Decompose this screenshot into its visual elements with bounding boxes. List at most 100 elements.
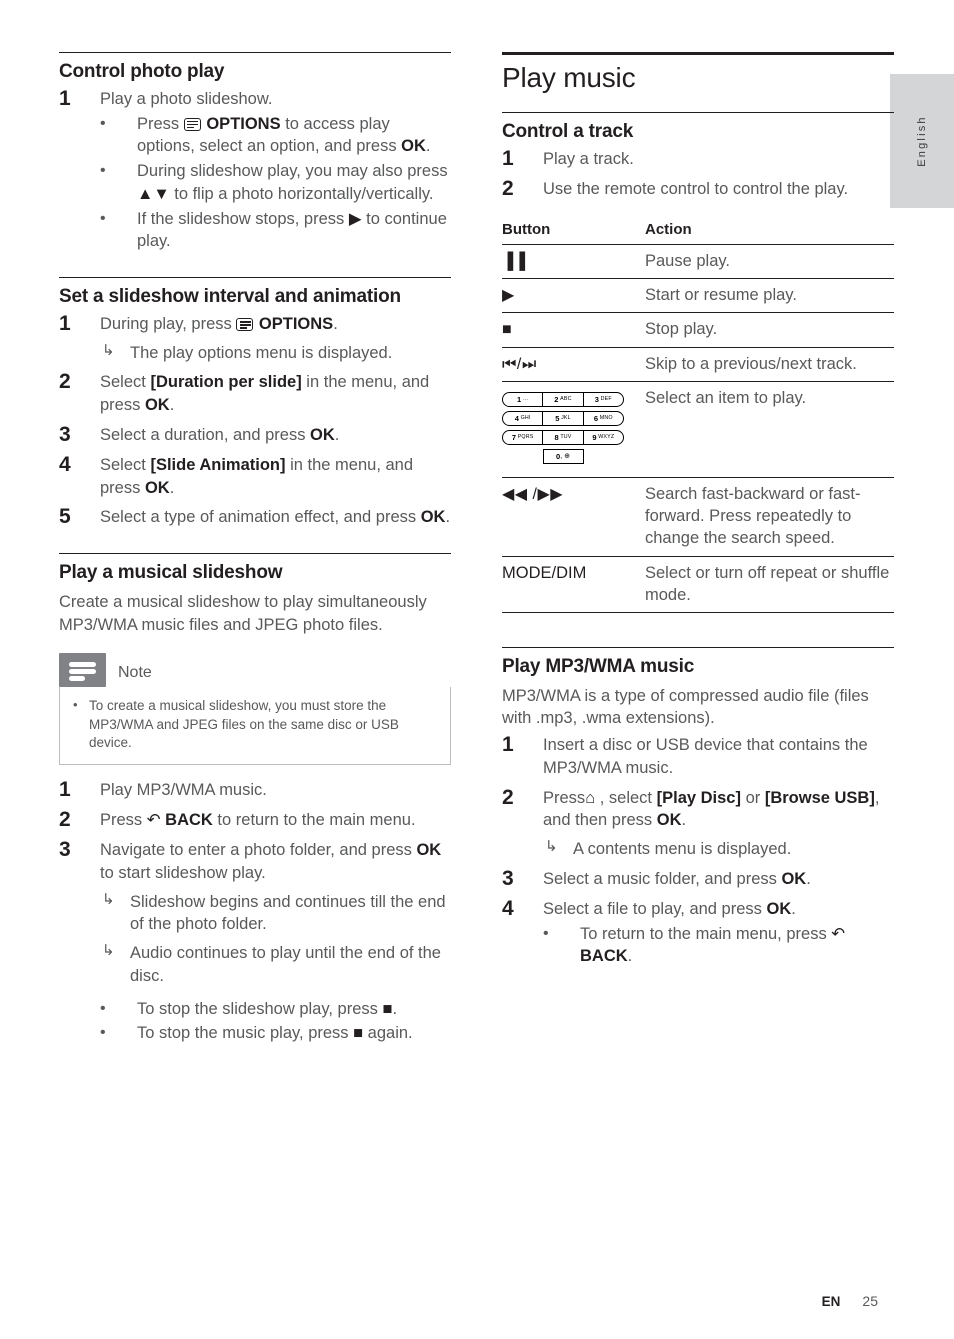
steps-set-slideshow-interval: 1 During play, press OPTIONS. ↳ The play… <box>59 312 451 529</box>
note-item-text: To create a musical slideshow, you must … <box>89 698 399 751</box>
step-bullets: • Press OPTIONS to access play options, … <box>100 113 451 254</box>
button-cell: ⏮/⏭ <box>502 347 645 383</box>
options-label: OPTIONS <box>201 114 281 133</box>
section-set-slideshow-interval: Set a slideshow interval and animation 1… <box>59 277 451 529</box>
button-cell: ◀◀ /▶▶ <box>502 477 645 557</box>
step-bullets: • To stop the slideshow play, press ■. •… <box>100 998 451 1046</box>
section-divider <box>59 553 451 555</box>
heading-play-mp3-wma: Play MP3/WMA music <box>502 655 695 677</box>
ok-label: OK <box>144 396 170 415</box>
bullet-dot: • <box>100 1024 106 1042</box>
step-number: 3 <box>59 838 71 862</box>
step-results: ↳ The play options menu is displayed. <box>100 342 451 365</box>
back-icon: ↶ <box>831 924 846 943</box>
step-text-post: . <box>334 426 340 445</box>
step-text: Play a track. <box>543 149 634 168</box>
step-number: 1 <box>59 86 71 110</box>
options-label: OPTIONS <box>254 314 334 333</box>
keypad-key: 7 PQRS <box>503 431 544 445</box>
step-item: 3 Select a duration, and press OK. <box>59 423 451 447</box>
result-item: ↳ A contents menu is displayed. <box>543 838 894 861</box>
play-icon: ▶ <box>502 286 515 304</box>
step-text-pre: Navigate to enter a photo folder, and pr… <box>100 841 417 860</box>
step-number: 2 <box>502 785 514 809</box>
intro-paragraph: MP3/WMA is a type of compressed audio fi… <box>502 686 869 728</box>
step-text-post: . <box>169 478 175 497</box>
bullet-dot: • <box>73 697 78 713</box>
section-divider <box>502 112 894 114</box>
result-text: A contents menu is displayed. <box>573 840 792 859</box>
step-text-pre: Select <box>100 455 151 474</box>
ok-label: OK <box>144 478 170 497</box>
ok-label: OK <box>781 869 807 888</box>
keypad-row: 1… 2 ABC 3 DEF <box>502 392 624 408</box>
step-item: 2 Select [Duration per slide] in the men… <box>59 370 451 417</box>
keypad-key: 5 JKL <box>543 412 584 426</box>
table-row: ▐▐ Pause play. <box>502 244 894 279</box>
table-row: ◀◀ /▶▶ Search fast-backward or fast-forw… <box>502 477 894 557</box>
table-row: 1… 2ABC 3DEF 4GHI 5JKL 6MNO 7PQRS <box>502 381 894 479</box>
home-icon: ⌂ <box>585 788 596 807</box>
step-text-post: . <box>791 899 796 918</box>
note-icon <box>59 653 106 688</box>
back-label: BACK <box>160 811 213 830</box>
bullet-text-post: . <box>425 137 431 156</box>
play-icon: ▶ <box>348 209 362 228</box>
step-item: 2 Press ↶ BACK to return to the main men… <box>59 808 451 832</box>
step-bullets: • To return to the main menu, press ↶ BA… <box>543 923 894 969</box>
page-number: 25 <box>862 1293 878 1309</box>
section-divider <box>502 646 894 648</box>
menu-option-play-disc: [Play Disc] <box>656 788 741 807</box>
language-tab-label: English <box>916 115 928 167</box>
step-item: 3 Select a music folder, and press OK. <box>502 867 894 891</box>
step-item: 3 Navigate to enter a photo folder, and … <box>59 838 451 1046</box>
ok-label: OK <box>420 508 446 527</box>
action-cell: Start or resume play. <box>645 278 894 314</box>
step-text: Play a photo slideshow. <box>100 89 273 108</box>
step-text-pre: Select a file to play, and press <box>543 899 767 918</box>
ok-label: OK <box>766 899 792 918</box>
result-text: The play options menu is displayed. <box>130 343 393 362</box>
note-item: • To create a musical slideshow, you mus… <box>72 697 438 752</box>
section-divider <box>59 277 451 279</box>
result-item: ↳ Audio continues to play until the end … <box>100 942 451 988</box>
ok-label: OK <box>416 841 442 860</box>
page-footer: EN 25 <box>0 1293 954 1309</box>
stop-icon: ■ <box>382 999 393 1018</box>
bullet-item: • To stop the music play, press ■ again. <box>100 1022 451 1045</box>
bullet-dot: • <box>100 114 106 132</box>
arrow-icon: ↳ <box>102 341 115 359</box>
section-play-musical-slideshow: Play a musical slideshow Create a musica… <box>59 553 451 1045</box>
bullet-text-post: . <box>627 947 633 966</box>
step-text-post: . <box>681 811 687 830</box>
bullet-item: • Press OPTIONS to access play options, … <box>100 113 451 159</box>
step-text-mid2: or <box>740 788 765 807</box>
step-text-post: to start slideshow play. <box>100 863 266 882</box>
page-title: Play music <box>502 62 636 93</box>
bullet-text-pre: To return to the main menu, press <box>580 924 832 943</box>
step-number: 2 <box>59 370 71 394</box>
step-number: 1 <box>502 733 514 757</box>
note-label: Note <box>118 664 152 682</box>
bullet-item: • To return to the main menu, press ↶ BA… <box>543 923 894 969</box>
step-text-post: . <box>445 508 451 527</box>
keypad-key-zero: 0, ⊕ <box>542 449 584 465</box>
bullet-dot: • <box>100 162 106 180</box>
heading-control-photo-play: Control photo play <box>59 61 225 82</box>
ok-label: OK <box>656 811 682 830</box>
ok-label: OK <box>310 426 335 445</box>
step-results: ↳ Slideshow begins and continues till th… <box>100 891 451 988</box>
note-box: Note • To create a musical slideshow, yo… <box>59 653 451 766</box>
column-header-action: Action <box>645 220 692 238</box>
step-item: 5 Select a type of animation effect, and… <box>59 505 451 529</box>
step-item: 4 Select [Slide Animation] in the menu, … <box>59 453 451 500</box>
button-cell: ■ <box>502 312 645 348</box>
menu-option-slide-animation: [Slide Animation] <box>150 455 286 474</box>
keypad-key: 4 GHI <box>503 412 544 426</box>
section-play-mp3-wma: Play MP3/WMA music MP3/WMA is a type of … <box>502 646 894 969</box>
stop-icon: ■ <box>502 321 513 339</box>
bullet-dot: • <box>543 924 549 942</box>
step-text-mid: , select <box>595 788 657 807</box>
action-cell: Search fast-backward or fast-forward. Pr… <box>645 477 894 557</box>
step-text-post: . <box>806 869 811 888</box>
